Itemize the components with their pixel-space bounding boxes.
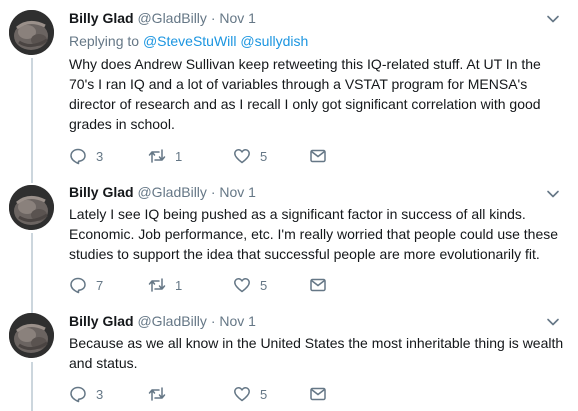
reply-icon <box>70 148 86 165</box>
separator-dot: · <box>210 10 216 26</box>
reply-button[interactable]: 3 <box>69 146 103 166</box>
separator-dot: · <box>210 184 216 200</box>
author-name[interactable]: Billy Glad <box>69 184 134 200</box>
retweet-icon <box>148 387 166 401</box>
separator-dot: · <box>210 313 216 329</box>
reply-button[interactable]: 7 <box>69 275 103 295</box>
retweet-icon <box>148 149 166 163</box>
reply-count: 3 <box>96 148 104 164</box>
like-button[interactable]: 5 <box>233 275 267 295</box>
like-button[interactable]: 5 <box>233 146 267 166</box>
mention-link[interactable]: @SteveStuWill <box>143 33 237 49</box>
reply-context: Replying to @SteveStuWill @sullydish <box>69 32 308 50</box>
envelope-icon <box>310 278 326 292</box>
envelope-icon <box>310 149 326 163</box>
chevron-down-icon[interactable] <box>546 315 560 329</box>
retweet-button[interactable]: 1 <box>148 146 182 166</box>
like-count: 5 <box>260 148 268 164</box>
tweet[interactable]: Billy Glad @GladBilly · Nov 1 Lately I s… <box>0 175 578 303</box>
envelope-icon <box>310 387 326 401</box>
retweet-icon <box>148 278 166 292</box>
tweet-date[interactable]: Nov 1 <box>219 184 256 200</box>
heart-icon <box>234 278 250 293</box>
direct-message-button[interactable] <box>309 384 327 404</box>
avatar[interactable] <box>9 185 54 230</box>
tweet-text: Lately I see IQ being pushed as a signif… <box>69 206 559 262</box>
direct-message-button[interactable] <box>309 146 327 166</box>
retweet-button[interactable]: 1 <box>148 275 182 295</box>
tweet-text: Because as we all know in the United Sta… <box>69 335 564 371</box>
avatar-image <box>9 10 54 55</box>
author-name[interactable]: Billy Glad <box>69 10 134 26</box>
heart-icon <box>234 387 250 402</box>
avatar[interactable] <box>9 10 54 55</box>
author-handle[interactable]: @GladBilly <box>137 313 206 329</box>
author-handle[interactable]: @GladBilly <box>137 10 206 26</box>
reply-button[interactable]: 3 <box>69 384 103 404</box>
tweet-date[interactable]: Nov 1 <box>219 313 256 329</box>
avatar[interactable] <box>9 313 54 358</box>
like-count: 5 <box>260 277 268 293</box>
retweet-count: 1 <box>175 148 183 164</box>
direct-message-button[interactable] <box>309 275 327 295</box>
reply-icon <box>70 277 86 294</box>
chevron-down-icon[interactable] <box>546 187 560 201</box>
mention-link[interactable]: @sullydish <box>240 33 308 49</box>
reply-count: 3 <box>96 386 104 402</box>
reply-icon <box>70 386 86 403</box>
like-count: 5 <box>260 386 268 402</box>
reply-prefix: Replying to <box>69 33 140 49</box>
tweet[interactable]: Billy Glad @GladBilly · Nov 1 Because as… <box>0 303 578 411</box>
retweet-count: 1 <box>175 277 183 293</box>
tweet-date[interactable]: Nov 1 <box>219 10 256 26</box>
chevron-down-icon[interactable] <box>546 12 560 26</box>
author-handle[interactable]: @GladBilly <box>137 184 206 200</box>
tweet-text: Why does Andrew Sullivan keep retweeting… <box>69 56 541 132</box>
retweet-button[interactable] <box>148 384 175 404</box>
like-button[interactable]: 5 <box>233 384 267 404</box>
reply-count: 7 <box>96 277 104 293</box>
avatar-image <box>9 313 54 358</box>
avatar-image <box>9 185 54 230</box>
author-name[interactable]: Billy Glad <box>69 313 134 329</box>
tweet[interactable]: Billy Glad @GladBilly · Nov 1 Replying t… <box>0 0 578 175</box>
heart-icon <box>234 149 250 164</box>
